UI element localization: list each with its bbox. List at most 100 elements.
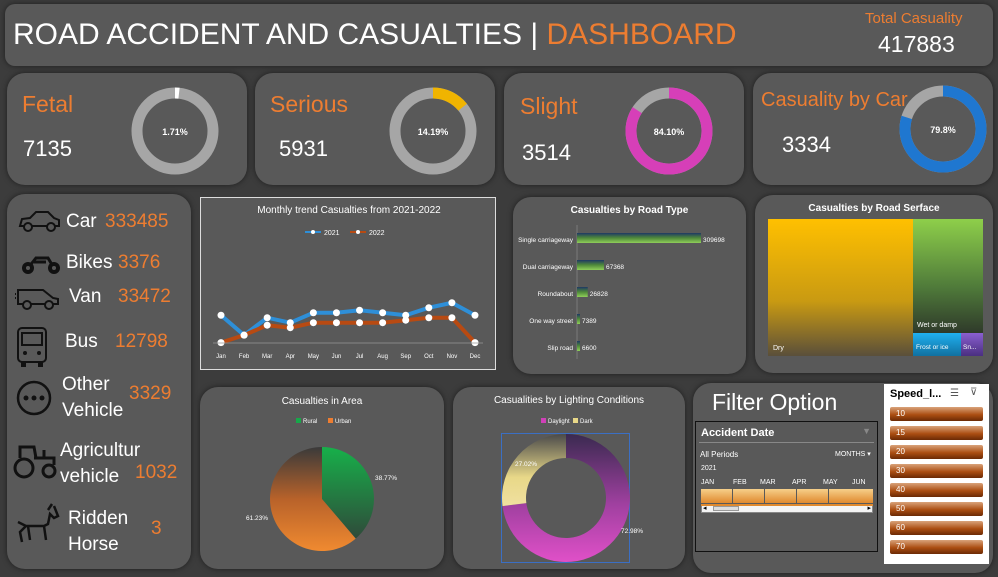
vehicle-label-line1: Agricultur: [60, 440, 141, 461]
months-dropdown[interactable]: MONTHS ▾: [835, 450, 871, 458]
treemap-cell-dry: Dry: [768, 219, 913, 356]
bar: [577, 314, 580, 324]
vehicle-label-line2: Vehicle: [62, 400, 124, 421]
road-type-chart: Casualties by Road Type Single carriagew…: [513, 197, 746, 374]
months-label: MONTHS: [835, 451, 866, 458]
donut-slice: [502, 434, 566, 507]
vehicle-label-other: Other Vehicle: [62, 372, 123, 424]
x-tick-label: Nov: [447, 354, 458, 360]
bar-value-label: 309698: [703, 237, 725, 244]
speed-item[interactable]: 10: [890, 407, 983, 421]
x-tick-label: Jun: [332, 354, 342, 360]
scroll-thumb[interactable]: [713, 506, 739, 511]
legend-label: 2021: [324, 230, 340, 237]
speed-limit-slicer[interactable]: Speed_l... ☰ ⊽ 10 15 20 30 40 50 60 70: [884, 384, 989, 564]
vehicle-value-agri: 1032: [135, 462, 178, 483]
kpi-title: Fetal: [22, 91, 74, 117]
x-tick-label: Dec: [470, 354, 481, 360]
legend-marker: [311, 230, 315, 234]
timeline-month-bar[interactable]: [797, 489, 828, 503]
timeline-month-bar[interactable]: [701, 489, 732, 503]
speed-item[interactable]: 30: [890, 464, 983, 478]
vehicle-label-bikes: Bikes: [66, 252, 113, 273]
data-point: [217, 311, 225, 319]
data-point: [332, 319, 340, 327]
speed-item[interactable]: 70: [890, 540, 983, 554]
data-point: [425, 304, 433, 312]
data-point: [379, 319, 387, 327]
road-surface-chart: Casualties by Road Serface Dry Wet or da…: [755, 195, 993, 373]
dashboard-title: ROAD ACCIDENT AND CASUALTIES | DASHBOARD: [13, 18, 737, 52]
vehicle-label-car: Car: [66, 211, 97, 232]
data-point: [448, 299, 456, 307]
timeline-month-bar[interactable]: [829, 489, 873, 503]
all-periods-label[interactable]: All Periods: [700, 450, 738, 459]
accident-date-slicer[interactable]: Accident Date ▼ All Periods MONTHS ▾ 202…: [695, 421, 878, 552]
donut-value-label: 27.02%: [515, 461, 537, 468]
legend-label: Daylight: [548, 419, 570, 425]
data-point: [263, 314, 271, 322]
legend-swatch: [296, 418, 301, 423]
kpi-donut: 14.19%: [389, 87, 477, 175]
car-icon: [18, 211, 60, 232]
treemap-label: Dry: [773, 345, 784, 352]
vehicle-label-line1: Other: [62, 374, 110, 395]
kpi-fetal-card: Fetal 7135 1.71%: [7, 73, 247, 185]
kpi-donut: 79.8%: [899, 85, 987, 173]
speed-item[interactable]: 15: [890, 426, 983, 440]
data-point: [356, 306, 364, 314]
treemap-label: Sn...: [963, 344, 977, 351]
data-point: [379, 309, 387, 317]
treemap-label: Wet or damp: [917, 322, 957, 329]
legend-label: Dark: [580, 419, 594, 425]
kpi-serious-card: Serious 5931 14.19%: [255, 73, 495, 185]
pie-value-label: 38.77%: [375, 475, 397, 482]
legend-swatch: [541, 418, 546, 423]
x-tick-label: Aug: [377, 354, 388, 360]
speed-item[interactable]: 40: [890, 483, 983, 497]
bar-value-label: 26828: [590, 291, 608, 298]
legend-label: Rural: [303, 419, 317, 425]
clear-filter-icon[interactable]: ⊽: [970, 387, 977, 398]
area-pie-chart: Casualties in Area Rural Urban 38.77% 61.2…: [200, 387, 444, 569]
month-label: FEB: [733, 479, 747, 486]
timeline-month-bar[interactable]: [733, 489, 764, 503]
title-accent: DASHBOARD: [546, 18, 737, 51]
vehicle-value-bikes: 3376: [118, 252, 161, 273]
treemap-cell-frost: Frost or ice: [913, 333, 961, 356]
horse-icon: [17, 503, 60, 543]
x-tick-label: Mar: [262, 354, 272, 360]
vehicle-label-line2: vehicle: [60, 466, 120, 487]
vehicle-label-bus: Bus: [65, 331, 98, 352]
lighting-donut-chart: Casualities by Lighting Conditions Dayli…: [453, 387, 685, 569]
month-label: JUN: [852, 479, 866, 486]
timeline-month-bar[interactable]: [765, 489, 796, 503]
speed-item[interactable]: 60: [890, 521, 983, 535]
data-point: [448, 314, 456, 322]
bar-category-label: Single carriageway: [518, 237, 574, 244]
legend-swatch: [328, 418, 333, 423]
slicer-title: Accident Date: [701, 427, 775, 439]
filter-clear-icon[interactable]: ▼: [862, 426, 871, 436]
vehicle-label-horse: Ridden Horse: [68, 506, 128, 558]
van-icon: [15, 289, 59, 310]
x-tick-label: May: [308, 354, 319, 360]
kpi-value: 3514: [522, 140, 571, 165]
vehicle-value-horse: 3: [151, 518, 162, 539]
multi-select-icon[interactable]: ☰: [950, 388, 959, 399]
pie-value-label: 61.23%: [246, 515, 268, 522]
kpi-title: Slight: [520, 93, 578, 119]
bus-icon: [17, 327, 47, 367]
donut-svg: Daylight Dark 72.98% 27.02%: [502, 418, 643, 562]
data-point: [309, 319, 317, 327]
line-chart-svg: 2021 2022 Jan Feb Mar Apr May Jun Jul Aug Sep Oct N…: [213, 230, 483, 360]
month-label: MAY: [823, 479, 838, 486]
vehicle-label-agri: Agricultur vehicle: [60, 438, 140, 490]
x-tick-label: Feb: [239, 354, 250, 360]
bar-value-label: 6600: [582, 345, 597, 352]
speed-item[interactable]: 50: [890, 502, 983, 516]
tractor-icon: [13, 445, 57, 479]
speed-slicer-title: Speed_l...: [890, 388, 942, 400]
speed-item[interactable]: 20: [890, 445, 983, 459]
data-point: [356, 319, 364, 327]
